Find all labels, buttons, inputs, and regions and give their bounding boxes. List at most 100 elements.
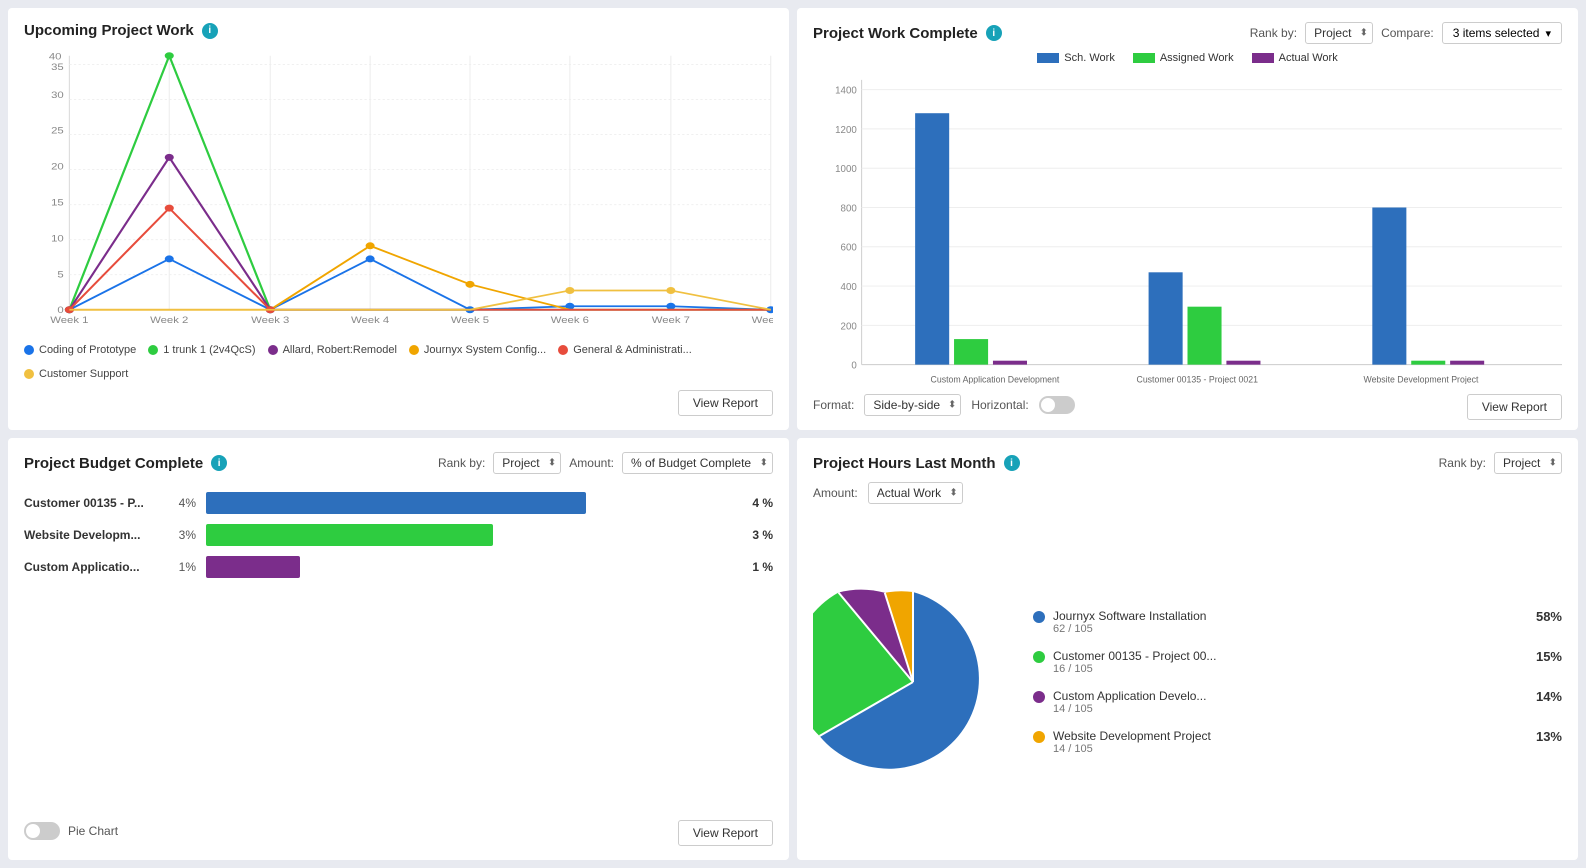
pie-legend-text-1: Customer 00135 - Project 00... 16 / 105: [1053, 649, 1528, 675]
budget-amount-select[interactable]: % of Budget Complete: [622, 452, 773, 474]
legend-label-actual: Actual Work: [1279, 52, 1338, 64]
pie-legend-sub-3: 14 / 105: [1053, 743, 1528, 755]
hours-pie-legend: Journyx Software Installation 62 / 105 5…: [1033, 609, 1562, 755]
upcoming-title: Upcoming Project Work: [24, 22, 194, 39]
upcoming-bottom-bar: View Report: [24, 386, 773, 416]
work-complete-title: Project Work Complete: [813, 25, 978, 42]
work-complete-view-report-button[interactable]: View Report: [1467, 394, 1562, 420]
svg-text:Week 6: Week 6: [551, 316, 590, 326]
legend-dot-general: [558, 345, 568, 355]
legend-coding: Coding of Prototype: [24, 344, 136, 356]
legend-dot-support: [24, 369, 34, 379]
budget-pie-toggle[interactable]: [24, 822, 60, 840]
budget-pct-left-1: 3%: [164, 528, 196, 542]
pie-legend-name-3: Website Development Project: [1053, 729, 1528, 743]
svg-text:40: 40: [49, 52, 62, 62]
budget-view-report-button[interactable]: View Report: [678, 820, 773, 846]
legend-general: General & Administrati...: [558, 344, 692, 356]
work-complete-bar-svg: 0 200 400 600 800 1000 1200 1400: [813, 70, 1562, 384]
legend-dot-coding: [24, 345, 34, 355]
legend-label-support: Customer Support: [39, 368, 128, 380]
budget-track-0: [206, 492, 727, 514]
format-bar: Format: Side-by-side Horizontal: View Re…: [813, 390, 1562, 420]
items-selected-button[interactable]: 3 items selected: [1442, 22, 1562, 44]
budget-controls: Rank by: Project Amount: % of Budget Com…: [438, 452, 773, 474]
svg-text:30: 30: [51, 91, 64, 101]
pie-legend-text-2: Custom Application Develo... 14 / 105: [1053, 689, 1528, 715]
legend-label-journyx: Journyx System Config...: [424, 344, 546, 356]
svg-text:5: 5: [57, 270, 64, 280]
hours-amount-wrapper[interactable]: Actual Work: [868, 482, 963, 504]
dashboard: Upcoming Project Work i 0 5 10 15 20 25 …: [0, 0, 1586, 868]
upcoming-view-report-button[interactable]: View Report: [678, 390, 773, 416]
hours-rank-by-select[interactable]: Project: [1494, 452, 1562, 474]
work-complete-panel: Project Work Complete i Rank by: Project…: [797, 8, 1578, 430]
hours-info-icon[interactable]: i: [1004, 455, 1020, 471]
pie-legend-sub-1: 16 / 105: [1053, 663, 1528, 675]
horizontal-toggle-knob: [1041, 398, 1055, 412]
format-select[interactable]: Side-by-side: [864, 394, 961, 416]
pie-legend-name-0: Journyx Software Installation: [1053, 609, 1528, 623]
svg-text:Week 1: Week 1: [50, 316, 89, 326]
budget-info-icon[interactable]: i: [211, 455, 227, 471]
budget-pie-toggle-area: Pie Chart: [24, 822, 118, 840]
pie-legend-sub-2: 14 / 105: [1053, 703, 1528, 715]
legend-actual-work: Actual Work: [1252, 52, 1338, 64]
legend-dot-trunk: [148, 345, 158, 355]
legend-support: Customer Support: [24, 368, 128, 380]
svg-text:Custom Application Development: Custom Application Development: [931, 374, 1060, 384]
pie-legend-text-3: Website Development Project 14 / 105: [1053, 729, 1528, 755]
pie-legend-pct-3: 13%: [1536, 729, 1562, 744]
budget-label-2: Custom Applicatio...: [24, 560, 154, 574]
budget-header: Project Budget Complete i Rank by: Proje…: [24, 452, 773, 474]
horizontal-label: Horizontal:: [971, 398, 1028, 412]
budget-pct-right-2: 1 %: [737, 560, 773, 574]
hours-amount-select[interactable]: Actual Work: [868, 482, 963, 504]
svg-text:15: 15: [51, 199, 64, 209]
rank-by-wrapper[interactable]: Project: [1305, 22, 1373, 44]
horizontal-toggle[interactable]: [1039, 396, 1075, 414]
hours-controls: Rank by: Project: [1439, 452, 1562, 474]
budget-bottom-bar: Pie Chart View Report: [24, 806, 773, 846]
hours-pie-chart: [813, 582, 1013, 782]
svg-text:25: 25: [51, 127, 64, 137]
budget-rank-by-wrapper[interactable]: Project: [493, 452, 561, 474]
upcoming-legend: Coding of Prototype 1 trunk 1 (2v4QcS) A…: [24, 344, 773, 380]
work-complete-header: Project Work Complete i Rank by: Project…: [813, 22, 1562, 44]
pie-dot-2: [1033, 691, 1045, 703]
budget-row-2: Custom Applicatio... 1% 1 %: [24, 556, 773, 578]
svg-text:Week 4: Week 4: [351, 316, 390, 326]
legend-label-sch: Sch. Work: [1064, 52, 1115, 64]
budget-pct-right-0: 4 %: [737, 496, 773, 510]
pie-legend-name-1: Customer 00135 - Project 00...: [1053, 649, 1528, 663]
work-complete-chart-legend: Sch. Work Assigned Work Actual Work: [813, 52, 1562, 64]
budget-amount-label: Amount:: [569, 456, 614, 470]
pie-chart-label: Pie Chart: [68, 824, 118, 838]
budget-panel: Project Budget Complete i Rank by: Proje…: [8, 438, 789, 860]
legend-assigned-work: Assigned Work: [1133, 52, 1234, 64]
legend-dot-allard: [268, 345, 278, 355]
work-complete-info-icon[interactable]: i: [986, 25, 1002, 41]
upcoming-header: Upcoming Project Work i: [24, 22, 773, 39]
budget-rows: Customer 00135 - P... 4% 4 % Website Dev…: [24, 492, 773, 806]
budget-title: Project Budget Complete: [24, 455, 203, 472]
budget-amount-wrapper[interactable]: % of Budget Complete: [622, 452, 773, 474]
upcoming-line-chart: 0 5 10 15 20 25 30 35 40 Week 1: [24, 47, 773, 336]
legend-label-assigned: Assigned Work: [1160, 52, 1234, 64]
svg-text:400: 400: [841, 282, 858, 293]
hours-rank-by-wrapper[interactable]: Project: [1494, 452, 1562, 474]
budget-rank-by-label: Rank by:: [438, 456, 485, 470]
legend-journyx: Journyx System Config...: [409, 344, 546, 356]
pie-dot-3: [1033, 731, 1045, 743]
upcoming-info-icon[interactable]: i: [202, 23, 218, 39]
format-wrapper[interactable]: Side-by-side: [864, 394, 961, 416]
hours-panel: Project Hours Last Month i Rank by: Proj…: [797, 438, 1578, 860]
rank-by-select[interactable]: Project: [1305, 22, 1373, 44]
svg-text:Week 2: Week 2: [150, 316, 189, 326]
budget-rank-by-select[interactable]: Project: [493, 452, 561, 474]
budget-label-1: Website Developm...: [24, 528, 154, 542]
rank-by-label: Rank by:: [1250, 26, 1297, 40]
hours-title: Project Hours Last Month: [813, 455, 996, 472]
svg-text:20: 20: [51, 163, 64, 173]
hours-rank-by-label: Rank by:: [1439, 456, 1486, 470]
